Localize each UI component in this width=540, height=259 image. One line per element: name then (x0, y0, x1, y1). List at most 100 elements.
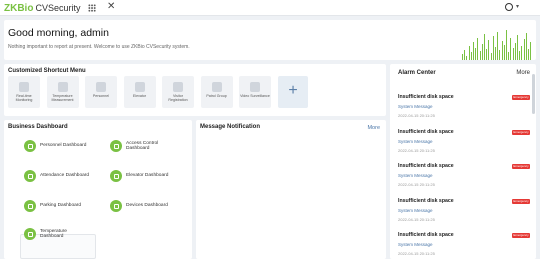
alarm-title: Insufficient disk space (398, 94, 454, 100)
banner-bar (503, 45, 505, 60)
dashboard-item-label: Temperature Dashboard (40, 228, 67, 240)
alarm-entry[interactable]: Insufficient disk space Emergency System M… (398, 129, 530, 163)
banner-bar (464, 50, 466, 60)
message-more-link[interactable]: More (367, 125, 380, 131)
shortcut-icon (211, 82, 222, 92)
banner-bar (508, 52, 510, 60)
dashboard-item[interactable]: Parking Dashboard (24, 200, 90, 212)
shortcut-label: Visitor Registration (168, 94, 188, 102)
parking-icon (24, 200, 36, 212)
welcome-banner: Good morning, admin Nothing important to… (4, 20, 536, 60)
banner-bar (521, 46, 523, 60)
greeting-subtitle: Nothing important to report at present. … (8, 44, 190, 50)
message-notification-title: Message Notification (200, 124, 261, 130)
banner-bar (488, 40, 490, 60)
user-icon[interactable] (505, 3, 513, 11)
banner-bar (497, 32, 499, 60)
shortcut-icon (250, 82, 260, 92)
attendance-icon (24, 170, 36, 182)
greeting-text: Good morning, admin (8, 27, 109, 39)
banner-bar (519, 51, 521, 60)
shortcut-icon (96, 82, 106, 92)
dashboard-item[interactable]: Devices Dashboard (110, 200, 176, 212)
shortcut-label: Personnel (92, 94, 110, 98)
shortcut-tile[interactable]: Patrol Group (200, 76, 233, 108)
banner-bar (475, 48, 477, 60)
alarm-title: Insufficient disk space (398, 197, 454, 204)
alarm-source: System Message (398, 207, 433, 213)
add-shortcut-button[interactable]: + (278, 76, 308, 108)
alarm-more-link[interactable]: More (516, 70, 530, 76)
banner-bar (495, 47, 496, 60)
alarm-time: 2022-04-15 20:11:25 (398, 147, 435, 153)
alarm-level-badge: Emergency (512, 164, 530, 169)
app-name: CVSecurity (35, 3, 81, 13)
shortcut-tile[interactable]: Temperature Measurement (46, 76, 79, 108)
banner-bar (470, 52, 472, 60)
banner-bar (492, 36, 494, 60)
shortcut-label: Video Surveillance (240, 94, 270, 98)
alarm-time: 2022-04-15 20:11:25 (398, 251, 435, 256)
shortcut-tile[interactable]: Video Surveillance (239, 76, 271, 108)
alarm-center-panel: Alarm Center More Insufficient disk spac… (390, 64, 536, 259)
alarm-entry[interactable]: Insufficient disk space Emergency System M… (398, 94, 530, 128)
logo: ZKBio CVSecurity (4, 2, 80, 14)
shortcut-tile[interactable]: Real-time Monitoring (8, 76, 40, 108)
banner-bar (514, 43, 516, 60)
top-bar: ZKBio CVSecurity ✕ ▾ (0, 0, 540, 16)
banner-bar (479, 51, 481, 60)
shortcut-tile[interactable]: Elevator (123, 76, 156, 108)
dashboard-item[interactable]: Temperature Dashboard (24, 228, 90, 240)
logo-mark: ZKBio (4, 2, 34, 14)
dashboard-item[interactable]: Personnel Dashboard (24, 140, 90, 152)
shortcut-icon (19, 82, 29, 92)
alarm-entry[interactable]: Insufficient disk space Emergency System M… (398, 198, 530, 232)
alarm-level-badge: Emergency (512, 198, 530, 204)
dashboard-item[interactable]: Access Control Dashboard (110, 140, 176, 152)
banner-bar (466, 56, 468, 60)
banner-bar (525, 33, 527, 60)
alarm-level-badge: Emergency (512, 233, 530, 238)
banner-bar (499, 50, 501, 60)
banner-bar (501, 41, 503, 60)
business-dashboard-panel: Business Dashboard Personnel Dashboard Ac… (4, 120, 192, 259)
banner-bar (477, 38, 479, 60)
alarm-scrollbar[interactable] (532, 74, 535, 114)
shortcut-label: Patrol Group (206, 94, 227, 98)
dashboard-item-label: Access Control Dashboard (126, 140, 159, 152)
shortcut-tile[interactable]: Personnel (85, 76, 117, 108)
alarm-time: 2022-04-15 20:11:25 (398, 216, 435, 222)
banner-bar (528, 49, 529, 60)
alarm-time: 2022-04-15 20:11:25 (398, 113, 435, 118)
banner-bar (484, 34, 485, 60)
banner-bar (510, 38, 512, 60)
dashboard-item[interactable]: Elevator Dashboard (110, 170, 176, 182)
chevron-down-icon[interactable]: ▾ (516, 3, 519, 10)
dashboard-item[interactable]: Attendance Dashboard (24, 170, 90, 182)
devices-icon (110, 200, 122, 212)
dashboard-item-label: Devices Dashboard (126, 203, 168, 209)
banner-bar (517, 35, 518, 60)
grid-icon[interactable] (88, 4, 96, 12)
alarm-title: Insufficient disk space (398, 128, 454, 135)
alarm-entry[interactable]: Insufficient disk space Emergency System M… (398, 232, 530, 259)
banner-bar (512, 48, 514, 60)
shortcut-label: Temperature Measurement (51, 94, 74, 102)
alarm-source: System Message (398, 138, 433, 144)
dashboard-item-label: Elevator Dashboard (126, 173, 169, 179)
alarm-time: 2022-04-15 20:11:25 (398, 182, 435, 187)
banner-bar (506, 30, 507, 60)
alarm-level-badge: Emergency (512, 95, 530, 100)
personnel-icon (24, 140, 36, 152)
shortcut-label: Real-time Monitoring (15, 94, 33, 102)
alarm-entry[interactable]: Insufficient disk space Emergency System M… (398, 163, 530, 197)
alarm-title: Insufficient disk space (398, 232, 454, 238)
alarm-title: Insufficient disk space (398, 163, 454, 169)
shortcut-icon (134, 82, 145, 92)
shortcut-tile[interactable]: Visitor Registration (162, 76, 194, 108)
banner-decoration (462, 30, 534, 60)
shortcut-icon (173, 82, 183, 92)
close-icon[interactable]: ✕ (107, 1, 115, 12)
shortcut-menu-title: Customized Shortcut Menu (8, 68, 86, 74)
alarm-source: System Message (398, 104, 433, 109)
